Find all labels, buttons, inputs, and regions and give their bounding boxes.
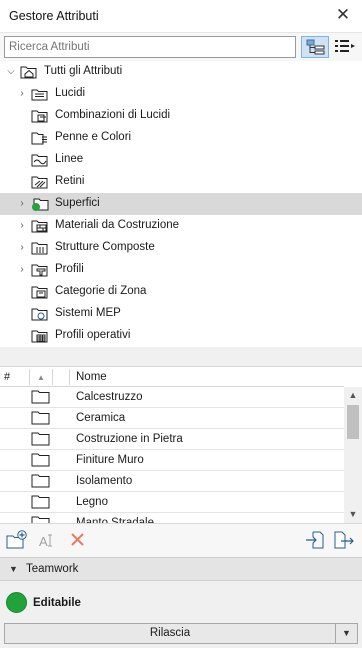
action-bar: A bbox=[0, 523, 362, 557]
tree-item-label: Combinazioni di Lucidi bbox=[55, 109, 171, 121]
tree-item-label: Sistemi MEP bbox=[55, 307, 121, 319]
folder-icon bbox=[31, 474, 50, 488]
folder-icon bbox=[31, 495, 50, 509]
list-options-icon[interactable] bbox=[330, 36, 358, 58]
scroll-down-icon[interactable]: ▼ bbox=[348, 509, 358, 519]
table-row[interactable]: Legno bbox=[0, 492, 344, 513]
folder-icon bbox=[31, 390, 50, 404]
table-row[interactable]: Isolamento bbox=[0, 471, 344, 492]
search-row bbox=[0, 33, 362, 61]
fill-icon bbox=[31, 176, 48, 189]
tree-item-label: Penne e Colori bbox=[55, 131, 132, 143]
tree-item[interactable]: Sistemi MEP bbox=[0, 303, 362, 325]
row-name: Calcestruzzo bbox=[76, 391, 143, 403]
chevron-right-icon[interactable]: › bbox=[17, 220, 27, 232]
title-bar: Gestore Attributi ✕ bbox=[0, 0, 362, 33]
column-name[interactable]: Nome bbox=[76, 371, 107, 383]
tree-item[interactable]: Linee bbox=[0, 149, 362, 171]
teamwork-section-header[interactable]: ▼ Teamwork bbox=[0, 557, 362, 581]
tree-item-label: Materiali da Costruzione bbox=[55, 219, 180, 231]
mep-system-icon bbox=[31, 308, 48, 321]
rename-icon[interactable]: A bbox=[37, 530, 61, 552]
surface-icon bbox=[32, 198, 49, 211]
table-row[interactable]: Ceramica bbox=[0, 408, 344, 429]
table-row[interactable]: Costruzione in Pietra bbox=[0, 429, 344, 450]
row-name: Ceramica bbox=[76, 412, 126, 424]
table-row[interactable]: Manto Stradale bbox=[0, 513, 344, 523]
attribute-tree: ⌵ Tutti gli Attributi › Lucidi Combinazion… bbox=[0, 61, 362, 347]
close-icon[interactable]: ✕ bbox=[334, 6, 352, 24]
tree-view-icon[interactable] bbox=[301, 36, 329, 58]
tree-item[interactable]: Penne e Colori bbox=[0, 127, 362, 149]
delete-icon[interactable] bbox=[67, 530, 91, 552]
building-material-icon bbox=[31, 220, 48, 233]
import-icon[interactable] bbox=[304, 530, 328, 552]
tree-item[interactable]: Combinazioni di Lucidi bbox=[0, 105, 362, 127]
chevron-right-icon[interactable]: › bbox=[17, 88, 27, 100]
table-row[interactable]: Finiture Muro bbox=[0, 450, 344, 471]
tree-item-label: Strutture Composte bbox=[55, 241, 155, 253]
tree-item[interactable]: › Superfici bbox=[0, 193, 362, 215]
folder-house-icon bbox=[20, 66, 37, 79]
search-input[interactable] bbox=[4, 36, 296, 58]
row-name: Legno bbox=[76, 496, 108, 508]
folder-icon bbox=[31, 516, 50, 523]
export-icon[interactable] bbox=[333, 530, 357, 552]
panel-splitter[interactable] bbox=[0, 347, 362, 367]
profile-icon bbox=[31, 264, 48, 277]
new-folder-icon[interactable] bbox=[6, 530, 30, 552]
tree-item-label: Lucidi bbox=[55, 87, 86, 99]
release-button[interactable]: Rilascia ▼ bbox=[4, 623, 358, 644]
folder-icon bbox=[31, 432, 50, 446]
teamwork-status-row: Editabile bbox=[0, 581, 362, 621]
collapse-triangle-icon[interactable]: ▼ bbox=[9, 564, 18, 574]
tree-item-label: Profili bbox=[55, 263, 84, 275]
folder-icon bbox=[31, 411, 50, 425]
tree-item[interactable]: › Profili bbox=[0, 259, 362, 281]
tree-root[interactable]: ⌵ Tutti gli Attributi bbox=[0, 61, 362, 83]
pen-color-icon bbox=[31, 132, 47, 145]
tree-item[interactable]: › Materiali da Costruzione bbox=[0, 215, 362, 237]
row-name: Isolamento bbox=[76, 475, 133, 487]
scrollbar-thumb[interactable] bbox=[347, 405, 359, 439]
scroll-up-icon[interactable]: ▲ bbox=[348, 390, 358, 400]
chevron-right-icon[interactable]: › bbox=[17, 242, 27, 254]
tree-item[interactable]: › Lucidi bbox=[0, 83, 362, 105]
tree-root-label: Tutti gli Attributi bbox=[44, 65, 123, 77]
status-label: Editabile bbox=[33, 597, 81, 609]
svg-text:A: A bbox=[39, 534, 48, 549]
tree-item[interactable]: Profili operativi bbox=[0, 325, 362, 347]
layers-icon bbox=[31, 89, 48, 101]
layer-combinations-icon bbox=[31, 110, 48, 123]
line-type-icon bbox=[31, 154, 48, 167]
tree-item[interactable]: Categorie di Zona bbox=[0, 281, 362, 303]
zone-category-icon bbox=[31, 286, 48, 299]
row-name: Costruzione in Pietra bbox=[76, 433, 183, 445]
operation-profile-icon bbox=[31, 330, 48, 343]
sort-ascending-icon[interactable]: ▲ bbox=[37, 373, 45, 382]
table-row[interactable]: Calcestruzzo bbox=[0, 387, 344, 408]
table-header: # ▲ Nome bbox=[0, 367, 344, 387]
attribute-table: # ▲ Nome Calcestruzzo Ceramica Costruzione… bbox=[0, 367, 362, 523]
tree-item[interactable]: › Strutture Composte bbox=[0, 237, 362, 259]
chevron-right-icon[interactable]: › bbox=[17, 198, 27, 210]
tree-item-label: Linee bbox=[55, 153, 84, 165]
teamwork-title: Teamwork bbox=[26, 563, 79, 575]
tree-item-label: Profili operativi bbox=[55, 329, 131, 341]
row-name: Finiture Muro bbox=[76, 454, 144, 466]
chevron-right-icon[interactable]: › bbox=[17, 264, 27, 276]
table-scrollbar[interactable]: ▲ ▼ bbox=[344, 387, 362, 523]
composite-icon bbox=[31, 242, 48, 255]
window-title: Gestore Attributi bbox=[9, 9, 99, 23]
tree-item-label: Superfici bbox=[55, 197, 100, 209]
tree-item[interactable]: Retini bbox=[0, 171, 362, 193]
tree-item-label: Categorie di Zona bbox=[55, 285, 147, 297]
release-button-label: Rilascia bbox=[149, 627, 191, 639]
chevron-down-icon[interactable]: ▼ bbox=[335, 624, 357, 643]
folder-icon bbox=[31, 453, 50, 467]
chevron-down-icon[interactable]: ⌵ bbox=[6, 66, 16, 78]
status-indicator-icon bbox=[6, 592, 27, 613]
column-number[interactable]: # bbox=[4, 371, 10, 383]
tree-item-label: Retini bbox=[55, 175, 85, 187]
